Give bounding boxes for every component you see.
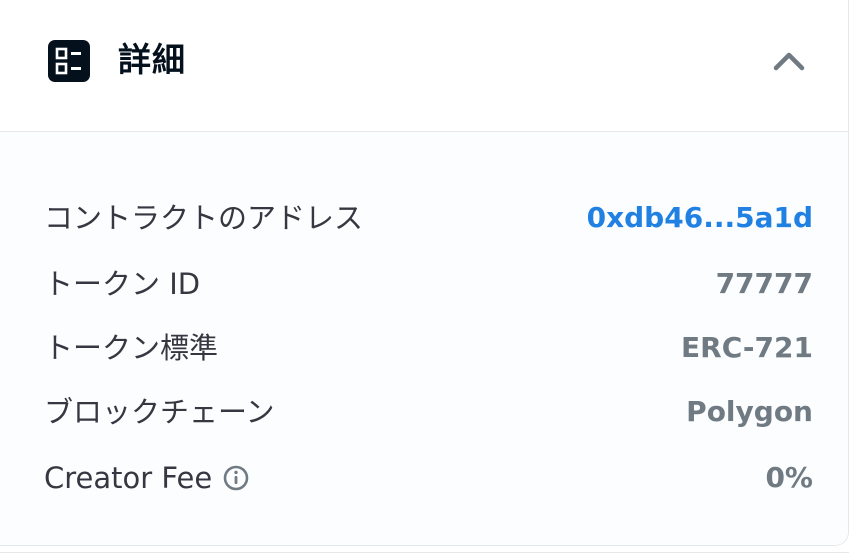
details-panel-header[interactable]: 詳細 (0, 0, 848, 132)
details-panel-body: コントラクトのアドレス 0xdb46...5a1d トークン ID 77777 … (0, 132, 848, 545)
details-panel-title: 詳細 (118, 40, 186, 79)
detail-label: トークン ID (44, 267, 201, 301)
detail-label-with-info: Creator Fee (44, 456, 250, 500)
chevron-up-icon[interactable] (772, 50, 806, 72)
detail-label: トークン標準 (44, 331, 219, 365)
detail-row-creator-fee: Creator Fee 0% (0, 456, 848, 500)
detail-row-contract-address: コントラクトのアドレス 0xdb46...5a1d (0, 196, 848, 240)
detail-list-icon (48, 40, 90, 82)
contract-address-link[interactable]: 0xdb46...5a1d (587, 196, 813, 240)
detail-row-token-id: トークン ID 77777 (0, 262, 848, 306)
details-panel: 詳細 コントラクトのアドレス 0xdb46...5a1d トークン ID 777… (0, 0, 849, 546)
info-circle-icon[interactable] (222, 464, 250, 492)
detail-label: Creator Fee (44, 461, 213, 495)
detail-value: Polygon (686, 395, 813, 428)
detail-label: コントラクトのアドレス (44, 201, 364, 235)
detail-value: ERC-721 (681, 331, 813, 364)
detail-row-token-standard: トークン標準 ERC-721 (0, 326, 848, 370)
next-panel-edge (0, 552, 849, 558)
detail-value: 77777 (715, 267, 813, 300)
detail-label: ブロックチェーン (44, 395, 275, 429)
detail-row-blockchain: ブロックチェーン Polygon (0, 390, 848, 434)
detail-value: 0% (765, 461, 813, 494)
